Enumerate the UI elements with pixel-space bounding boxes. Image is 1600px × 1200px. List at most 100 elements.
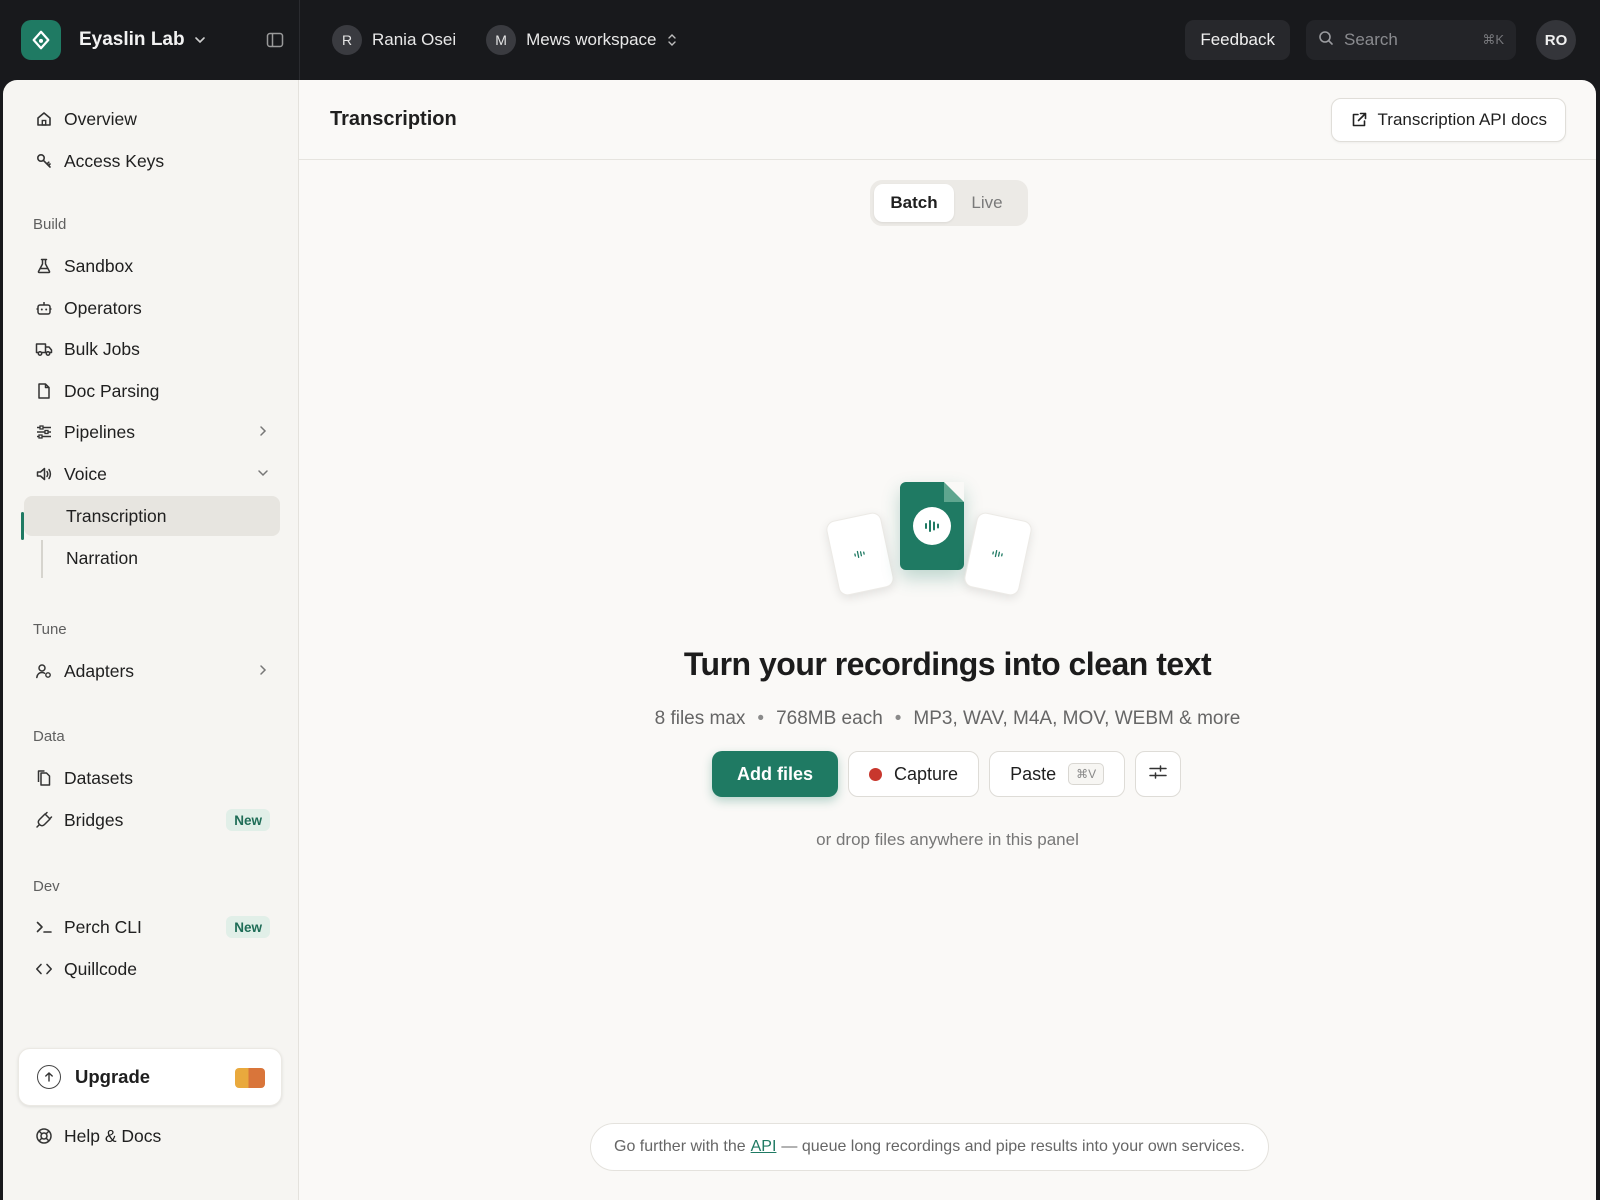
paste-label: Paste [1010, 763, 1057, 784]
breadcrumb: R Rania Osei M Mews workspace [332, 25, 708, 55]
promo-text-after: — queue long recordings and pipe results… [781, 1138, 1245, 1155]
search-shortcut: ⌘K [1482, 32, 1504, 47]
separator-dot: • [757, 708, 765, 729]
sidebar-item-label: Operators [64, 297, 142, 318]
search-input[interactable]: Search ⌘K [1306, 20, 1516, 60]
sidebar-item-operators[interactable]: Operators [24, 288, 280, 328]
org-switcher[interactable]: Eyaslin Lab [0, 0, 300, 80]
section-label-data: Data [33, 728, 65, 745]
sidebar-item-label: Adapters [64, 660, 135, 681]
top-actions: Feedback Search ⌘K RO [1185, 20, 1576, 60]
sidebar-item-label: Datasets [64, 767, 134, 788]
sidebar-item-voice[interactable]: Voice [24, 454, 280, 494]
sidebar-item-bulk-jobs[interactable]: Bulk Jobs [24, 329, 280, 369]
workspace-avatar: M [486, 25, 517, 55]
upload-limits: 8 files max • 768MB each • MP3, WAV, M4A, MO… [299, 708, 1596, 730]
user-menu-avatar[interactable]: RO [1536, 20, 1576, 60]
api-link[interactable]: API [751, 1138, 777, 1156]
user-name: Rania Osei [372, 30, 457, 49]
sidebar-item-label: Quillcode [64, 958, 137, 979]
chevron-down-icon [256, 466, 270, 480]
user-avatar: R [332, 25, 362, 55]
api-docs-button[interactable]: Transcription API docs [1330, 98, 1566, 142]
sidebar-item-overview[interactable]: Overview [24, 99, 280, 139]
files-icon [34, 768, 54, 788]
sidebar-item-label: Sandbox [64, 255, 134, 276]
upgrade-button[interactable]: Upgrade [18, 1048, 282, 1106]
sidebar-item-help[interactable]: Help & Docs [24, 1116, 280, 1156]
limit-formats: MP3, WAV, M4A, MOV, WEBM & more [913, 708, 1241, 729]
truck-icon [34, 339, 54, 359]
sidebar-item-pipelines[interactable]: Pipelines [24, 412, 280, 452]
sidebar-item-access-keys[interactable]: Access Keys [24, 141, 280, 181]
sidebar-item-label: Perch CLI [64, 916, 142, 937]
main-panel: Transcription Transcription API docs Bat… [299, 80, 1596, 1200]
org-logo-icon [21, 20, 61, 60]
sidebar-item-label: Narration [66, 547, 138, 568]
api-promo-banner: Go further with the API — queue long rec… [590, 1123, 1269, 1171]
page-fold [944, 482, 964, 502]
upgrade-label: Upgrade [75, 1066, 151, 1087]
sidebar-item-narration[interactable]: Narration [24, 538, 280, 578]
plug-icon [34, 810, 54, 830]
sidebar-item-datasets[interactable]: Datasets [24, 758, 280, 798]
sliders-icon [34, 422, 54, 442]
capture-button[interactable]: Capture [848, 751, 980, 797]
chevron-updown-icon [666, 33, 678, 47]
empty-state-headline: Turn your recordings into clean text [683, 646, 1212, 682]
sidebar-item-label: Transcription [66, 505, 167, 526]
lifebuoy-icon [34, 1126, 54, 1146]
top-bar: Eyaslin Lab R Rania Osei M Mews workspac… [0, 0, 1600, 80]
separator-dot: • [894, 708, 902, 729]
section-label-tune: Tune [33, 621, 67, 638]
sidebar-item-label: Access Keys [64, 150, 165, 171]
sidebar-item-adapters[interactable]: Adapters [24, 651, 280, 691]
sidebar-item-label: Help & Docs [64, 1125, 162, 1146]
sidebar-item-transcription[interactable]: Transcription [24, 496, 280, 536]
sidebar-item-doc-parsing[interactable]: Doc Parsing [24, 371, 280, 411]
mode-tabs: Batch Live [870, 180, 1028, 226]
sidebar-item-quillcode[interactable]: Quillcode [24, 949, 280, 989]
waveform-icon [913, 507, 951, 545]
audio-file-main-icon [900, 482, 964, 570]
tab-batch[interactable]: Batch [874, 184, 954, 222]
sidebar-item-perch-cli[interactable]: Perch CLI New [24, 907, 280, 947]
workspace-switcher[interactable]: M Mews workspace [486, 25, 678, 55]
tab-live[interactable]: Live [954, 184, 1020, 222]
sidebar-toggle-icon[interactable] [265, 30, 285, 50]
new-badge: New [226, 809, 270, 831]
user-switcher[interactable]: R Rania Osei [332, 25, 456, 55]
key-icon [34, 151, 54, 171]
code-icon [34, 959, 54, 979]
sidebar-item-label: Pipelines [64, 421, 136, 442]
sidebar-item-label: Bridges [64, 809, 124, 830]
add-files-button[interactable]: Add files [712, 751, 839, 797]
file-icon [34, 381, 54, 401]
chevron-down-icon [193, 33, 207, 47]
sliders-icon [1148, 762, 1168, 787]
feedback-button[interactable]: Feedback [1185, 20, 1290, 60]
limit-size: 768MB each [776, 708, 883, 729]
section-label-build: Build [33, 216, 67, 233]
sidebar-item-label: Doc Parsing [64, 380, 160, 401]
flask-icon [34, 256, 54, 276]
arrow-up-icon [37, 1065, 61, 1089]
upload-actions: Add files Capture Paste ⌘V [712, 751, 1182, 797]
user-cog-icon [34, 661, 54, 681]
speaker-icon [34, 464, 54, 484]
sidebar-item-label: Voice [64, 463, 107, 484]
org-name: Eyaslin Lab [79, 29, 185, 50]
record-icon [869, 767, 883, 781]
new-badge: New [226, 916, 270, 938]
external-link-icon [1350, 111, 1368, 129]
upload-illustration [824, 482, 1038, 604]
plan-swatch-icon [235, 1068, 265, 1088]
paste-button[interactable]: Paste ⌘V [989, 751, 1126, 797]
sidebar-item-sandbox[interactable]: Sandbox [24, 246, 280, 286]
limit-files: 8 files max [654, 708, 746, 729]
workspace-name: Mews workspace [526, 30, 657, 49]
active-indicator [21, 512, 24, 540]
audio-file-icon [824, 511, 896, 597]
sidebar-item-bridges[interactable]: Bridges New [24, 800, 280, 840]
settings-button[interactable] [1135, 751, 1182, 797]
